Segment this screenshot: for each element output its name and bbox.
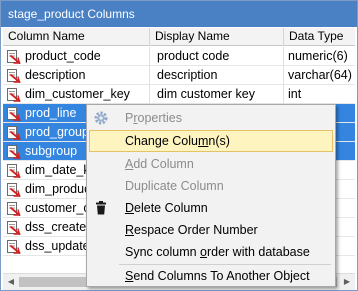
menu-label-post: rder with database	[206, 245, 310, 259]
cell-data-type: int	[288, 87, 302, 101]
menu-label-accel: o	[200, 245, 207, 259]
menu-label-post: elete Column	[134, 201, 208, 215]
window-title: stage_product Columns	[1, 1, 357, 27]
menu-label-pre: Change Colu	[125, 134, 198, 148]
header-data-type[interactable]: Data Type	[284, 28, 355, 46]
header-display-name[interactable]: Display Name	[150, 28, 284, 46]
cell-column-name: dim_customer_key	[3, 85, 150, 104]
header-column-name[interactable]: Column Name	[3, 28, 150, 46]
cell-column-name: product_code	[3, 47, 150, 66]
cell-column-name: description	[3, 66, 150, 85]
cell-data-type: varchar(64)	[288, 68, 352, 82]
menu-item-properties[interactable]: Properties	[89, 107, 333, 129]
trash-icon	[96, 201, 106, 215]
menu-item-delete-column[interactable]: Delete Column	[89, 197, 333, 219]
table-row[interactable]: description description varchar(64)	[3, 66, 355, 85]
menu-label-post: n(s)	[208, 134, 230, 148]
menu-item-add-column[interactable]: Add Column	[89, 153, 333, 175]
menu-item-send-columns[interactable]: Send Columns To Another Object	[89, 265, 333, 287]
cell-display-name: description	[150, 66, 284, 85]
cell-display-name: product code	[150, 47, 284, 66]
menu-item-change-columns[interactable]: Change Column(s)	[89, 130, 333, 152]
menu-label-accel: D	[125, 201, 135, 215]
table-row[interactable]: product_code product code numeric(6)	[3, 47, 355, 66]
scroll-left-icon[interactable]: ◀	[3, 274, 19, 290]
menu-label-post: espace Order Number	[134, 223, 258, 237]
menu-label-pre: Duplicate Column	[125, 179, 224, 193]
cell-display-name: dim customer key	[150, 85, 284, 104]
menu-label-post: operties	[137, 111, 182, 125]
menu-item-respace-order[interactable]: Respace Order Number	[89, 219, 333, 241]
context-menu: Properties Change Column(s) Add Column D…	[86, 104, 336, 287]
menu-label-post: dd Column	[133, 157, 194, 171]
scroll-right-icon[interactable]: ▶	[339, 274, 355, 290]
table-row[interactable]: dim_customer_key dim customer key int	[3, 85, 355, 104]
menu-label-accel: m	[197, 134, 209, 148]
menu-item-duplicate-column[interactable]: Duplicate Column	[89, 175, 333, 197]
gear-icon	[94, 111, 108, 125]
menu-label-accel: R	[125, 223, 135, 237]
menu-item-sync-column-order[interactable]: Sync column order with database	[89, 241, 333, 263]
grid-header: Column Name Display Name Data Type	[3, 28, 355, 46]
menu-label-post: end Columns To Another Object	[133, 269, 310, 283]
cell-data-type: numeric(6)	[288, 49, 348, 63]
menu-label-pre: Sync column	[125, 245, 201, 259]
